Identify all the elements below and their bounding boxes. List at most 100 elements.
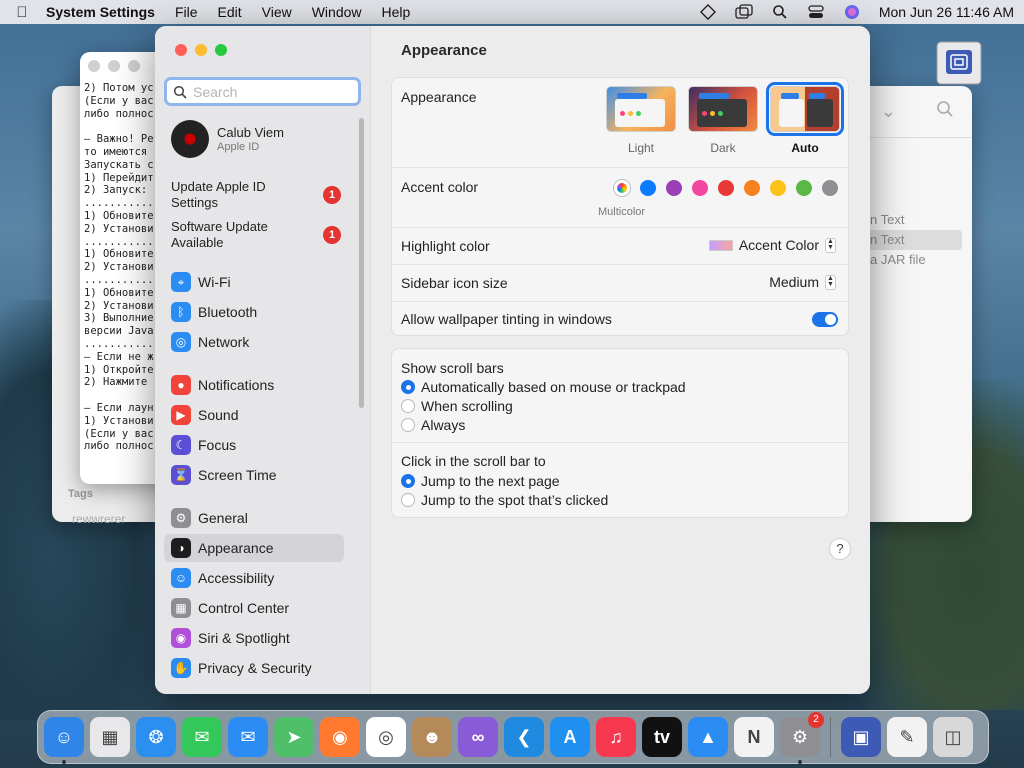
radio-label: Jump to the spot that’s clicked	[421, 492, 609, 508]
sidebar-item-focus[interactable]: ☾ Focus	[164, 431, 344, 459]
news-icon[interactable]: N	[734, 717, 774, 757]
scroll-bars-when-scrolling-radio[interactable]: When scrolling	[401, 398, 513, 414]
radio-label: Always	[421, 417, 466, 433]
sidebar-scrollbar[interactable]	[359, 118, 364, 408]
visual-studio-icon[interactable]: ∞	[458, 717, 498, 757]
app-store-icon[interactable]: A	[550, 717, 590, 757]
accent-color-swatch[interactable]	[666, 180, 682, 196]
scroll-bars-group: Show scroll bars Automatically based on …	[391, 348, 849, 518]
spotlight-search-icon[interactable]	[771, 4, 789, 20]
sidebar-item-bluetooth[interactable]: ᛒ Bluetooth	[164, 298, 344, 326]
menu-window[interactable]: Window	[312, 4, 362, 20]
music-icon[interactable]: ♫	[596, 717, 636, 757]
mail-icon[interactable]: ✉	[228, 717, 268, 757]
close-button[interactable]	[88, 60, 100, 72]
menu-file[interactable]: File	[175, 4, 198, 20]
control-center-icon[interactable]	[807, 4, 825, 20]
search-input[interactable]	[193, 83, 343, 100]
window-switch-icon[interactable]	[735, 4, 753, 20]
minimize-button[interactable]	[195, 44, 207, 56]
sidebar-item-wi-fi[interactable]: ⌖ Wi-Fi	[164, 268, 344, 296]
accent-color-swatch[interactable]	[640, 180, 656, 196]
keynote-icon[interactable]: ▲	[688, 717, 728, 757]
appearance-auto-option[interactable]: Auto	[766, 82, 844, 155]
list-item-selected[interactable]: n Text	[868, 230, 962, 250]
firefox-icon[interactable]: ◉	[320, 717, 360, 757]
diamond-status-icon[interactable]	[699, 4, 717, 20]
list-item[interactable]: a JAR file	[868, 250, 962, 270]
trash-icon[interactable]: ◫	[933, 717, 973, 757]
sidebar-item-label: Network	[198, 334, 250, 350]
sidebar-item-privacy-security[interactable]: ✋ Privacy & Security	[164, 654, 344, 682]
accent-color-swatch[interactable]	[822, 180, 838, 196]
textedit-icon[interactable]: ✎	[887, 717, 927, 757]
search-field[interactable]	[164, 77, 361, 106]
chevron-down-icon[interactable]: ⌄	[881, 101, 896, 122]
update-apple-id-notice[interactable]: Update Apple ID Settings 1	[171, 179, 341, 211]
help-button[interactable]: ?	[829, 538, 851, 560]
accent-color-swatch[interactable]	[770, 180, 786, 196]
sidebar-item-screen-time[interactable]: ⌛ Screen Time	[164, 461, 344, 489]
sidebar-icon-size-popup[interactable]: Medium ▲ ▼	[769, 274, 836, 290]
menu-help[interactable]: Help	[382, 4, 411, 20]
close-button[interactable]	[175, 44, 187, 56]
accent-color-swatch[interactable]	[796, 180, 812, 196]
search-icon[interactable]	[936, 100, 954, 123]
sidebar-item-network[interactable]: ◎ Network	[164, 328, 344, 356]
app-name-menu[interactable]: System Settings	[46, 4, 155, 20]
jump-next-page-radio[interactable]: Jump to the next page	[401, 473, 560, 489]
sidebar-item-appearance[interactable]: ◑ Appearance	[164, 534, 344, 562]
zoom-button[interactable]	[128, 60, 140, 72]
appearance-pane: Appearance Appearance Light Dark Auto Ac…	[371, 26, 870, 694]
system-settings-icon[interactable]: ⚙ 2	[780, 712, 824, 764]
radio-button[interactable]	[401, 493, 415, 507]
dock-badge: 2	[808, 712, 824, 728]
sidebar-item-siri-spotlight[interactable]: ◉ Siri & Spotlight	[164, 624, 344, 652]
jump-to-spot-radio[interactable]: Jump to the spot that’s clicked	[401, 492, 608, 508]
wallpaper-tinting-toggle[interactable]	[812, 312, 838, 327]
accent-color-swatch[interactable]	[692, 180, 708, 196]
disk-image-icon[interactable]	[932, 38, 986, 88]
sidebar-item-control-center[interactable]: ▦ Control Center	[164, 594, 344, 622]
minimize-button[interactable]	[108, 60, 120, 72]
scroll-bars-always-radio[interactable]: Always	[401, 417, 465, 433]
radio-button[interactable]	[401, 380, 415, 394]
launchpad-icon[interactable]: ▦	[90, 717, 130, 757]
tag-item[interactable]: rewwrerer	[72, 512, 125, 526]
sidebar-item-notifications[interactable]: ● Notifications	[164, 371, 344, 399]
sidebar-item-sound[interactable]: ▶ Sound	[164, 401, 344, 429]
menu-edit[interactable]: Edit	[218, 4, 242, 20]
menu-view[interactable]: View	[262, 4, 292, 20]
maps-icon[interactable]: ➤	[274, 717, 314, 757]
appearance-dark-option[interactable]: Dark	[688, 86, 758, 155]
disk-image-icon[interactable]: ▣	[841, 717, 881, 757]
sidebar-item-accessibility[interactable]: ☺ Accessibility	[164, 564, 344, 592]
list-item[interactable]: n Text	[868, 210, 962, 230]
radio-button[interactable]	[401, 474, 415, 488]
vscode-icon[interactable]: ❮	[504, 717, 544, 757]
finder-icon[interactable]: ☺	[44, 717, 84, 764]
apple-tv-icon[interactable]: tv	[642, 717, 682, 757]
accent-color-swatch[interactable]	[744, 180, 760, 196]
appearance-row: Appearance Light Dark Auto	[392, 78, 848, 168]
radio-button[interactable]	[401, 418, 415, 432]
appearance-label: Appearance	[401, 89, 477, 105]
software-update-notice[interactable]: Software Update Available 1	[171, 219, 341, 251]
appearance-light-option[interactable]: Light	[606, 86, 676, 155]
background-jar-window[interactable]: ⌄ n Text n Text a JAR file	[858, 86, 972, 522]
apple-menu-icon[interactable]: 	[10, 4, 34, 21]
messages-icon[interactable]: ✉	[182, 717, 222, 757]
safari-icon[interactable]: ❂	[136, 717, 176, 757]
accent-color-swatch[interactable]	[718, 180, 734, 196]
contacts-icon[interactable]: ☻	[412, 717, 452, 757]
siri-icon[interactable]	[843, 4, 861, 20]
highlight-color-popup[interactable]: Accent Color ▲ ▼	[708, 237, 836, 253]
apple-id-profile[interactable]: Calub Viem Apple ID	[171, 120, 284, 158]
menu-clock[interactable]: Mon Jun 26 11:46 AM	[879, 4, 1014, 20]
scroll-bars-auto-radio[interactable]: Automatically based on mouse or trackpad	[401, 379, 686, 395]
radio-button[interactable]	[401, 399, 415, 413]
zoom-button[interactable]	[215, 44, 227, 56]
sidebar-item-general[interactable]: ⚙ General	[164, 504, 344, 532]
accent-multicolor-swatch[interactable]	[614, 180, 630, 196]
chrome-icon[interactable]: ◎	[366, 717, 406, 757]
